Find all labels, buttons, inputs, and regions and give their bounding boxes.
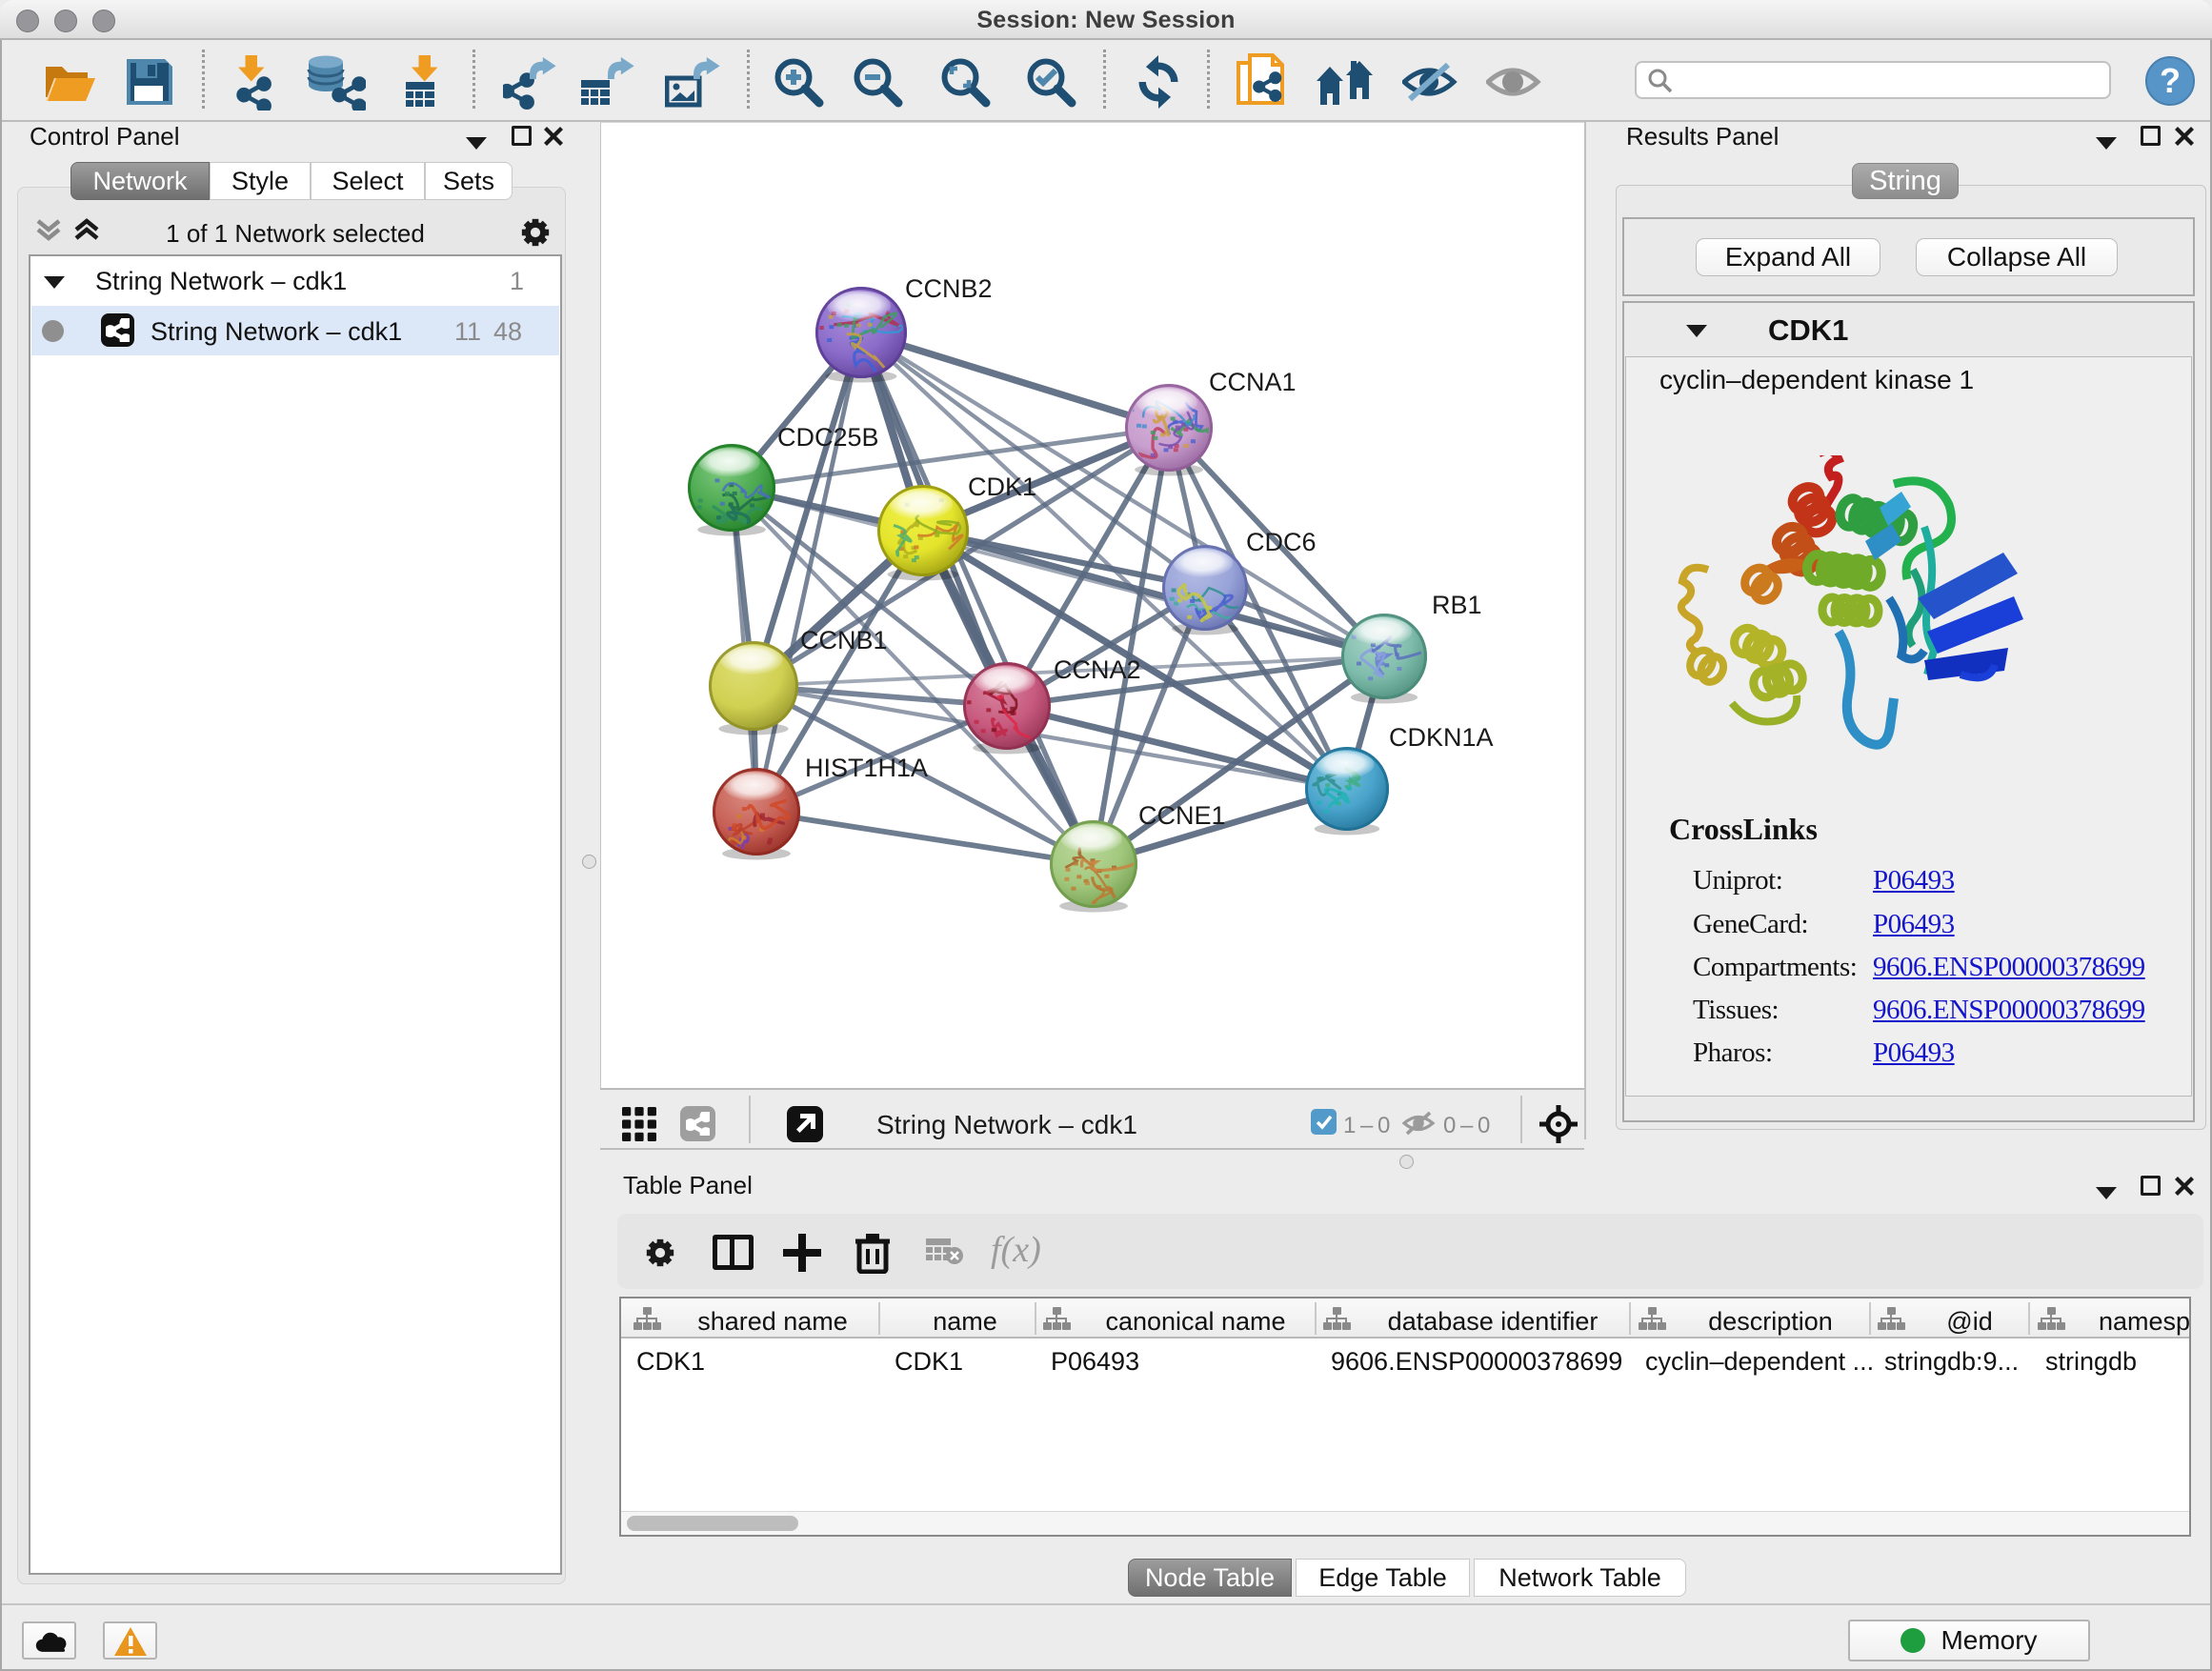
svg-text:CCNB2: CCNB2 xyxy=(905,274,993,303)
svg-text:CCNA1: CCNA1 xyxy=(1209,368,1297,396)
svg-text:RB1: RB1 xyxy=(1432,591,1482,619)
svg-text:CCNA2: CCNA2 xyxy=(1054,655,1141,684)
svg-text:CDC25B: CDC25B xyxy=(777,423,879,452)
svg-text:CCNE1: CCNE1 xyxy=(1138,801,1226,830)
svg-text:CDK1: CDK1 xyxy=(968,473,1036,501)
svg-text:CCNB1: CCNB1 xyxy=(800,626,888,654)
svg-text:HIST1H1A: HIST1H1A xyxy=(805,754,928,782)
svg-text:CDC6: CDC6 xyxy=(1246,528,1317,556)
svg-text:CDKN1A: CDKN1A xyxy=(1389,723,1494,752)
